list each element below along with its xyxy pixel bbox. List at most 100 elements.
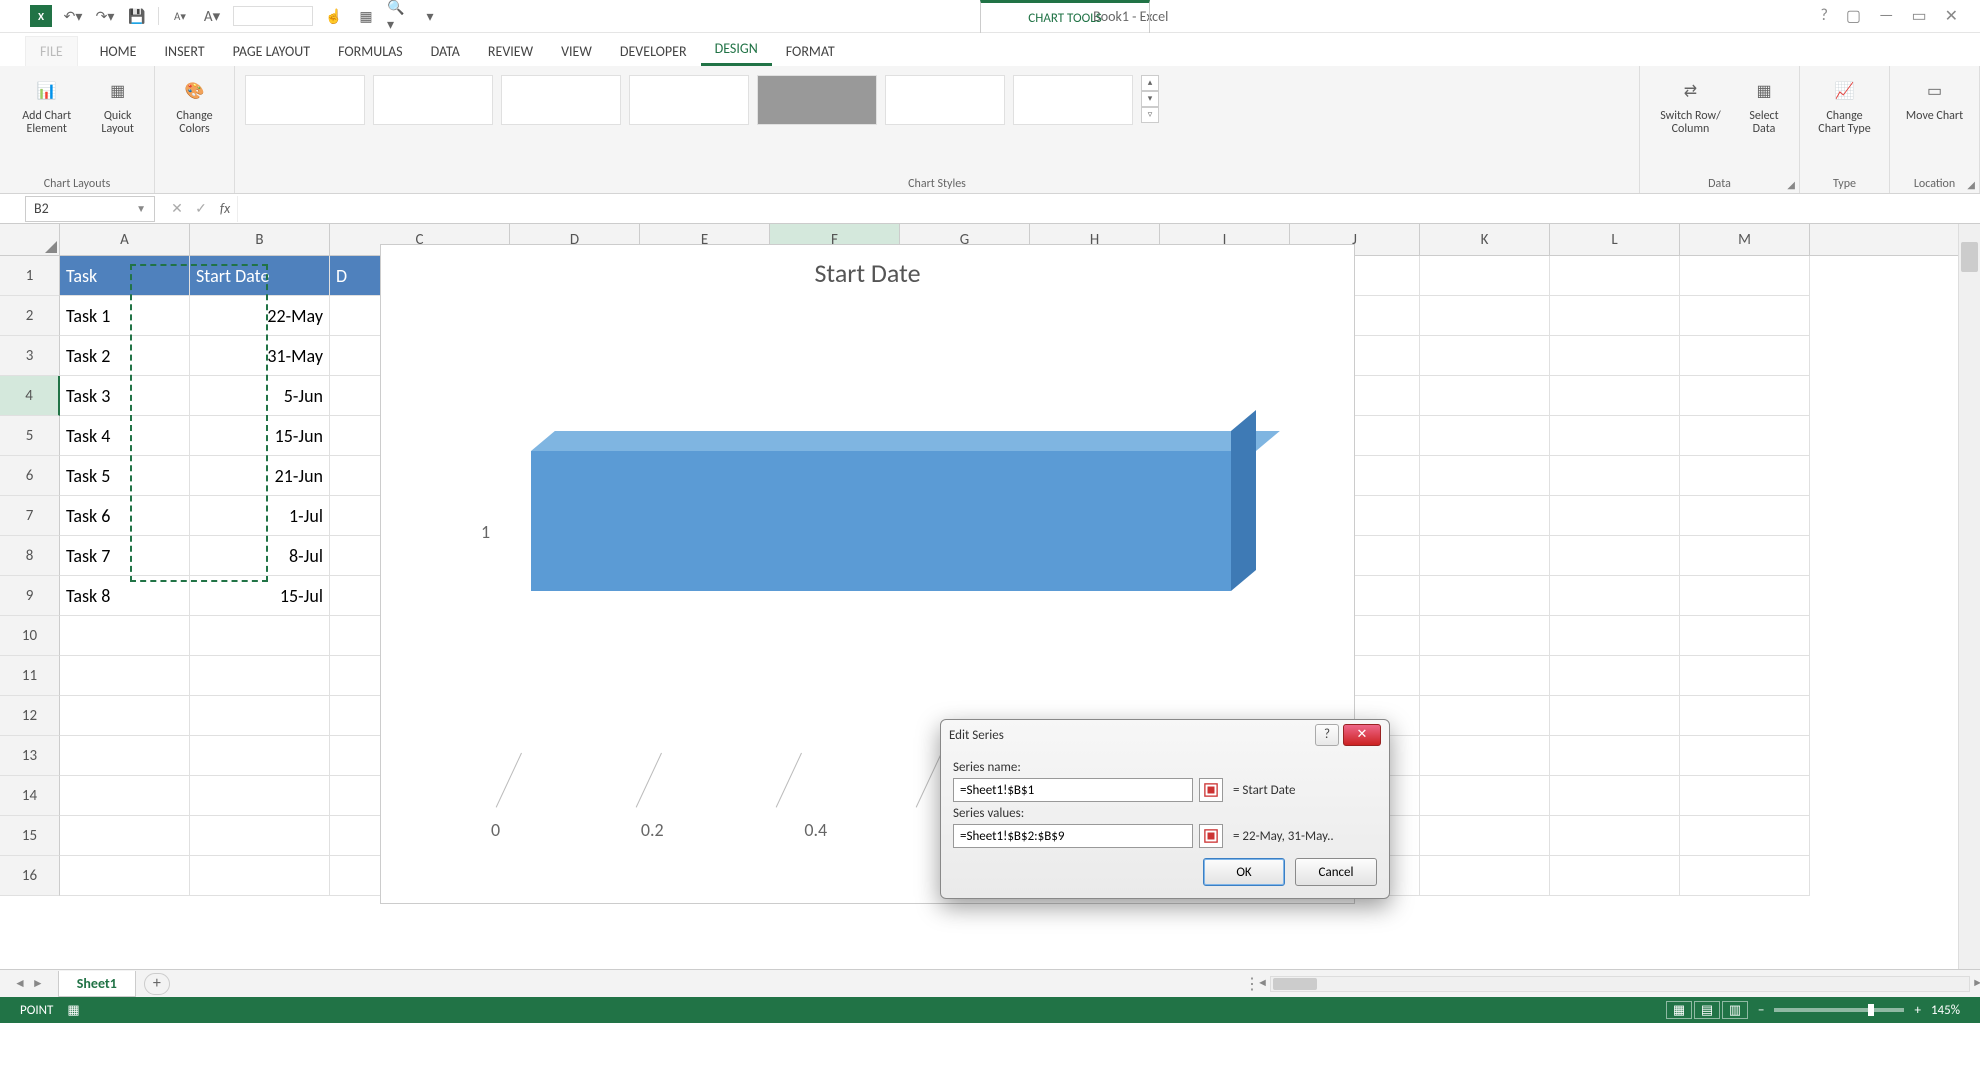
gallery-spinner[interactable]: ▴▾▿ bbox=[1141, 75, 1159, 123]
chart-style-thumb[interactable] bbox=[245, 75, 365, 125]
cell[interactable] bbox=[1550, 296, 1680, 336]
change-colors-button[interactable]: 🎨 Change Colors bbox=[165, 71, 224, 139]
cell[interactable] bbox=[1680, 576, 1810, 616]
vertical-scrollbar[interactable] bbox=[1958, 224, 1980, 969]
cell[interactable] bbox=[1680, 536, 1810, 576]
cell[interactable] bbox=[1680, 416, 1810, 456]
chart-style-thumb[interactable] bbox=[373, 75, 493, 125]
range-selector-icon[interactable] bbox=[1199, 824, 1223, 848]
dialog-launcher-icon[interactable]: ◢ bbox=[1967, 178, 1975, 191]
tab-format[interactable]: FORMAT bbox=[772, 37, 849, 66]
page-break-view-icon[interactable]: ▥ bbox=[1722, 1001, 1748, 1019]
select-all-corner[interactable] bbox=[0, 224, 60, 256]
cell[interactable] bbox=[1550, 496, 1680, 536]
row-header[interactable]: 3 bbox=[0, 336, 60, 376]
tab-home[interactable]: HOME bbox=[86, 37, 151, 66]
range-selector-icon[interactable] bbox=[1199, 778, 1223, 802]
cancel-button[interactable]: Cancel bbox=[1295, 858, 1377, 886]
font-combo[interactable] bbox=[233, 6, 313, 26]
ok-button[interactable]: OK bbox=[1203, 858, 1285, 886]
cell[interactable] bbox=[1420, 736, 1550, 776]
row-header[interactable]: 12 bbox=[0, 696, 60, 736]
cell[interactable] bbox=[1420, 616, 1550, 656]
chart-style-thumb[interactable] bbox=[629, 75, 749, 125]
cell[interactable] bbox=[1550, 256, 1680, 296]
row-header[interactable]: 2 bbox=[0, 296, 60, 336]
column-header[interactable]: B bbox=[190, 224, 330, 256]
cell[interactable] bbox=[60, 656, 190, 696]
cell[interactable] bbox=[1680, 296, 1810, 336]
cell[interactable] bbox=[190, 736, 330, 776]
column-header[interactable]: A bbox=[60, 224, 190, 256]
chart-styles-gallery[interactable]: ▴▾▿ bbox=[245, 71, 1629, 125]
row-header[interactable]: 10 bbox=[0, 616, 60, 656]
cell[interactable] bbox=[1420, 496, 1550, 536]
zoom-slider[interactable] bbox=[1774, 1008, 1904, 1012]
switch-row-column-button[interactable]: ⇄ Switch Row/ Column bbox=[1650, 71, 1731, 139]
cell[interactable] bbox=[1550, 616, 1680, 656]
cell[interactable] bbox=[1550, 536, 1680, 576]
cell[interactable] bbox=[1420, 656, 1550, 696]
cell[interactable]: Task 6 bbox=[60, 496, 190, 536]
cell[interactable] bbox=[1420, 856, 1550, 896]
tab-data[interactable]: DATA bbox=[417, 37, 474, 66]
zoom-level[interactable]: 145% bbox=[1931, 1003, 1960, 1018]
cell[interactable] bbox=[190, 776, 330, 816]
cell[interactable] bbox=[1550, 656, 1680, 696]
row-header[interactable]: 1 bbox=[0, 256, 60, 296]
maximize-icon[interactable]: ▭ bbox=[1911, 6, 1926, 26]
cell[interactable] bbox=[1680, 696, 1810, 736]
macro-record-icon[interactable]: ▦ bbox=[67, 1003, 79, 1018]
tab-insert[interactable]: INSERT bbox=[151, 37, 219, 66]
cell[interactable] bbox=[1680, 856, 1810, 896]
cell[interactable] bbox=[60, 856, 190, 896]
series-name-input[interactable] bbox=[953, 778, 1193, 802]
cell[interactable] bbox=[1550, 816, 1680, 856]
cell[interactable] bbox=[1550, 856, 1680, 896]
cell[interactable]: 21-Jun bbox=[190, 456, 330, 496]
cell[interactable] bbox=[1420, 696, 1550, 736]
tab-formulas[interactable]: FORMULAS bbox=[324, 37, 417, 66]
cell[interactable] bbox=[1680, 816, 1810, 856]
grid-icon[interactable]: ▦ bbox=[355, 5, 377, 27]
cell[interactable] bbox=[1680, 376, 1810, 416]
worksheet-grid[interactable]: ABCDEFGHIJKLM 12345678910111213141516 Ta… bbox=[0, 224, 1980, 969]
zoom-out-icon[interactable]: − bbox=[1758, 1003, 1764, 1018]
add-chart-element-button[interactable]: 📊 Add Chart Element bbox=[10, 71, 83, 139]
touch-mode-icon[interactable]: ☝ bbox=[323, 5, 345, 27]
sheet-nav-prev-icon[interactable]: ◄ bbox=[14, 976, 26, 991]
cell[interactable] bbox=[1550, 416, 1680, 456]
cell[interactable] bbox=[1420, 816, 1550, 856]
cell[interactable] bbox=[1550, 456, 1680, 496]
column-header[interactable]: M bbox=[1680, 224, 1810, 256]
select-data-button[interactable]: ▦ Select Data bbox=[1739, 71, 1789, 139]
row-headers[interactable]: 12345678910111213141516 bbox=[0, 256, 60, 896]
tab-file[interactable]: FILE bbox=[25, 36, 78, 66]
undo-icon[interactable]: ↶▾ bbox=[62, 5, 84, 27]
cell[interactable] bbox=[190, 856, 330, 896]
sheet-nav-next-icon[interactable]: ► bbox=[32, 976, 44, 991]
cell[interactable] bbox=[1680, 336, 1810, 376]
cell[interactable] bbox=[1420, 536, 1550, 576]
row-header[interactable]: 4 bbox=[0, 376, 60, 416]
cell[interactable] bbox=[60, 736, 190, 776]
cancel-icon[interactable]: ✕ bbox=[165, 200, 189, 217]
cell[interactable]: Start Date bbox=[190, 256, 330, 296]
cell[interactable] bbox=[1550, 376, 1680, 416]
minimize-icon[interactable]: — bbox=[1879, 6, 1893, 26]
cell[interactable] bbox=[1680, 616, 1810, 656]
row-header[interactable]: 13 bbox=[0, 736, 60, 776]
row-header[interactable]: 9 bbox=[0, 576, 60, 616]
chart-style-thumb[interactable] bbox=[1013, 75, 1133, 125]
tab-design[interactable]: DESIGN bbox=[701, 34, 772, 66]
cell[interactable] bbox=[1420, 776, 1550, 816]
tab-page-layout[interactable]: PAGE LAYOUT bbox=[219, 37, 324, 66]
redo-icon[interactable]: ↷▾ bbox=[94, 5, 116, 27]
cell[interactable] bbox=[1420, 256, 1550, 296]
zoom-in-icon[interactable]: + bbox=[1914, 1003, 1920, 1018]
row-header[interactable]: 8 bbox=[0, 536, 60, 576]
ribbon-display-icon[interactable]: ▢ bbox=[1846, 6, 1861, 26]
row-header[interactable]: 14 bbox=[0, 776, 60, 816]
font-increase-icon[interactable]: A▾ bbox=[201, 5, 223, 27]
change-chart-type-button[interactable]: 📈 Change Chart Type bbox=[1810, 71, 1879, 139]
